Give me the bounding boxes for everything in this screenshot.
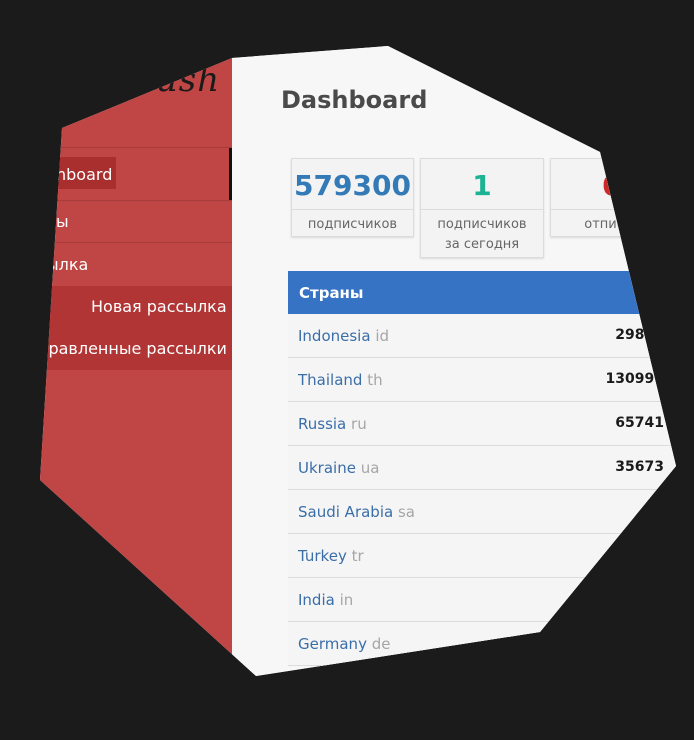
stat-card-today: 1 подписчиков за сегодня: [420, 158, 544, 258]
country-code: sa: [397, 503, 415, 521]
sidebar: Push nboard ы ылка Новая рассылка правле…: [38, 46, 233, 676]
country-code: ua: [360, 459, 380, 477]
country-code: id: [375, 327, 390, 345]
country-code: ru: [351, 415, 367, 433]
sidebar-item-mailing[interactable]: ылка: [40, 242, 232, 286]
table-row: Russia ru 65741: [288, 402, 676, 446]
table-row: India in: [288, 578, 676, 622]
table-row: Thailand th 130990: [288, 358, 676, 402]
stat-label: отписок: [584, 217, 640, 232]
sidebar-item-label: nboard: [56, 165, 113, 184]
country-link[interactable]: Saudi Arabia sa: [298, 503, 415, 521]
country-link[interactable]: Thailand th: [298, 371, 383, 389]
sidebar-item-sent-mailings[interactable]: правленные рассылки: [38, 328, 232, 370]
stat-card-subscribers: 579300 подписчиков: [291, 158, 414, 237]
stat-label: подписчиков за сегодня: [421, 215, 543, 255]
stat-divider: [292, 209, 413, 210]
stat-label-line2: за сегодня: [444, 237, 520, 252]
stat-card-unsubscribes: 0 отписок: [550, 158, 674, 237]
subscriber-count: 130990: [605, 371, 664, 387]
brand-logo[interactable]: Push: [132, 60, 220, 100]
sidebar-item-dashboard[interactable]: nboard: [40, 148, 232, 200]
table-row: Turkey tr: [288, 534, 676, 578]
subscriber-count: 35673: [615, 459, 664, 475]
table-row: Ukraine ua 35673: [288, 446, 676, 490]
sidebar-item-label: правленные рассылки: [38, 339, 227, 358]
table-row: Indonesia id 29854: [288, 314, 676, 358]
stat-value: 0: [602, 169, 622, 202]
country-link[interactable]: Indonesia id: [298, 327, 389, 345]
sidebar-item-label: ылка: [46, 255, 89, 274]
table-header-label: Страны: [299, 284, 364, 302]
subscriber-count: 65741: [615, 415, 664, 431]
country-code: tr: [351, 547, 364, 565]
subscriber-count: 19: [644, 503, 664, 519]
country-link[interactable]: Russia ru: [298, 415, 367, 433]
country-link[interactable]: Turkey tr: [298, 547, 364, 565]
stat-value: 579300: [294, 169, 411, 202]
stat-divider: [551, 209, 673, 210]
stat-value: 1: [472, 169, 492, 202]
stat-divider: [421, 209, 543, 210]
viewport-frame: Push nboard ы ылка Новая рассылка правле…: [38, 46, 676, 676]
stat-label-line1: подписчиков: [437, 217, 527, 232]
sidebar-item-label: ы: [56, 212, 69, 231]
subscriber-count: 29854: [615, 327, 664, 343]
table-header: Страны: [288, 271, 676, 314]
sidebar-item-label: Новая рассылка: [91, 297, 227, 316]
country-link[interactable]: Germany de: [298, 635, 390, 653]
table-row: Germany de: [288, 622, 676, 666]
country-code: de: [371, 635, 391, 653]
country-link[interactable]: India in: [298, 591, 353, 609]
sidebar-item-sites[interactable]: ы: [40, 200, 232, 242]
country-code: th: [367, 371, 383, 389]
country-link[interactable]: Ukraine ua: [298, 459, 379, 477]
sidebar-item-new-mailing[interactable]: Новая рассылка: [40, 286, 232, 328]
stat-label: подписчиков: [307, 217, 398, 232]
country-code: in: [339, 591, 354, 609]
table-row: Saudi Arabia sa 19: [288, 490, 676, 534]
page-title: Dashboard: [281, 86, 428, 114]
